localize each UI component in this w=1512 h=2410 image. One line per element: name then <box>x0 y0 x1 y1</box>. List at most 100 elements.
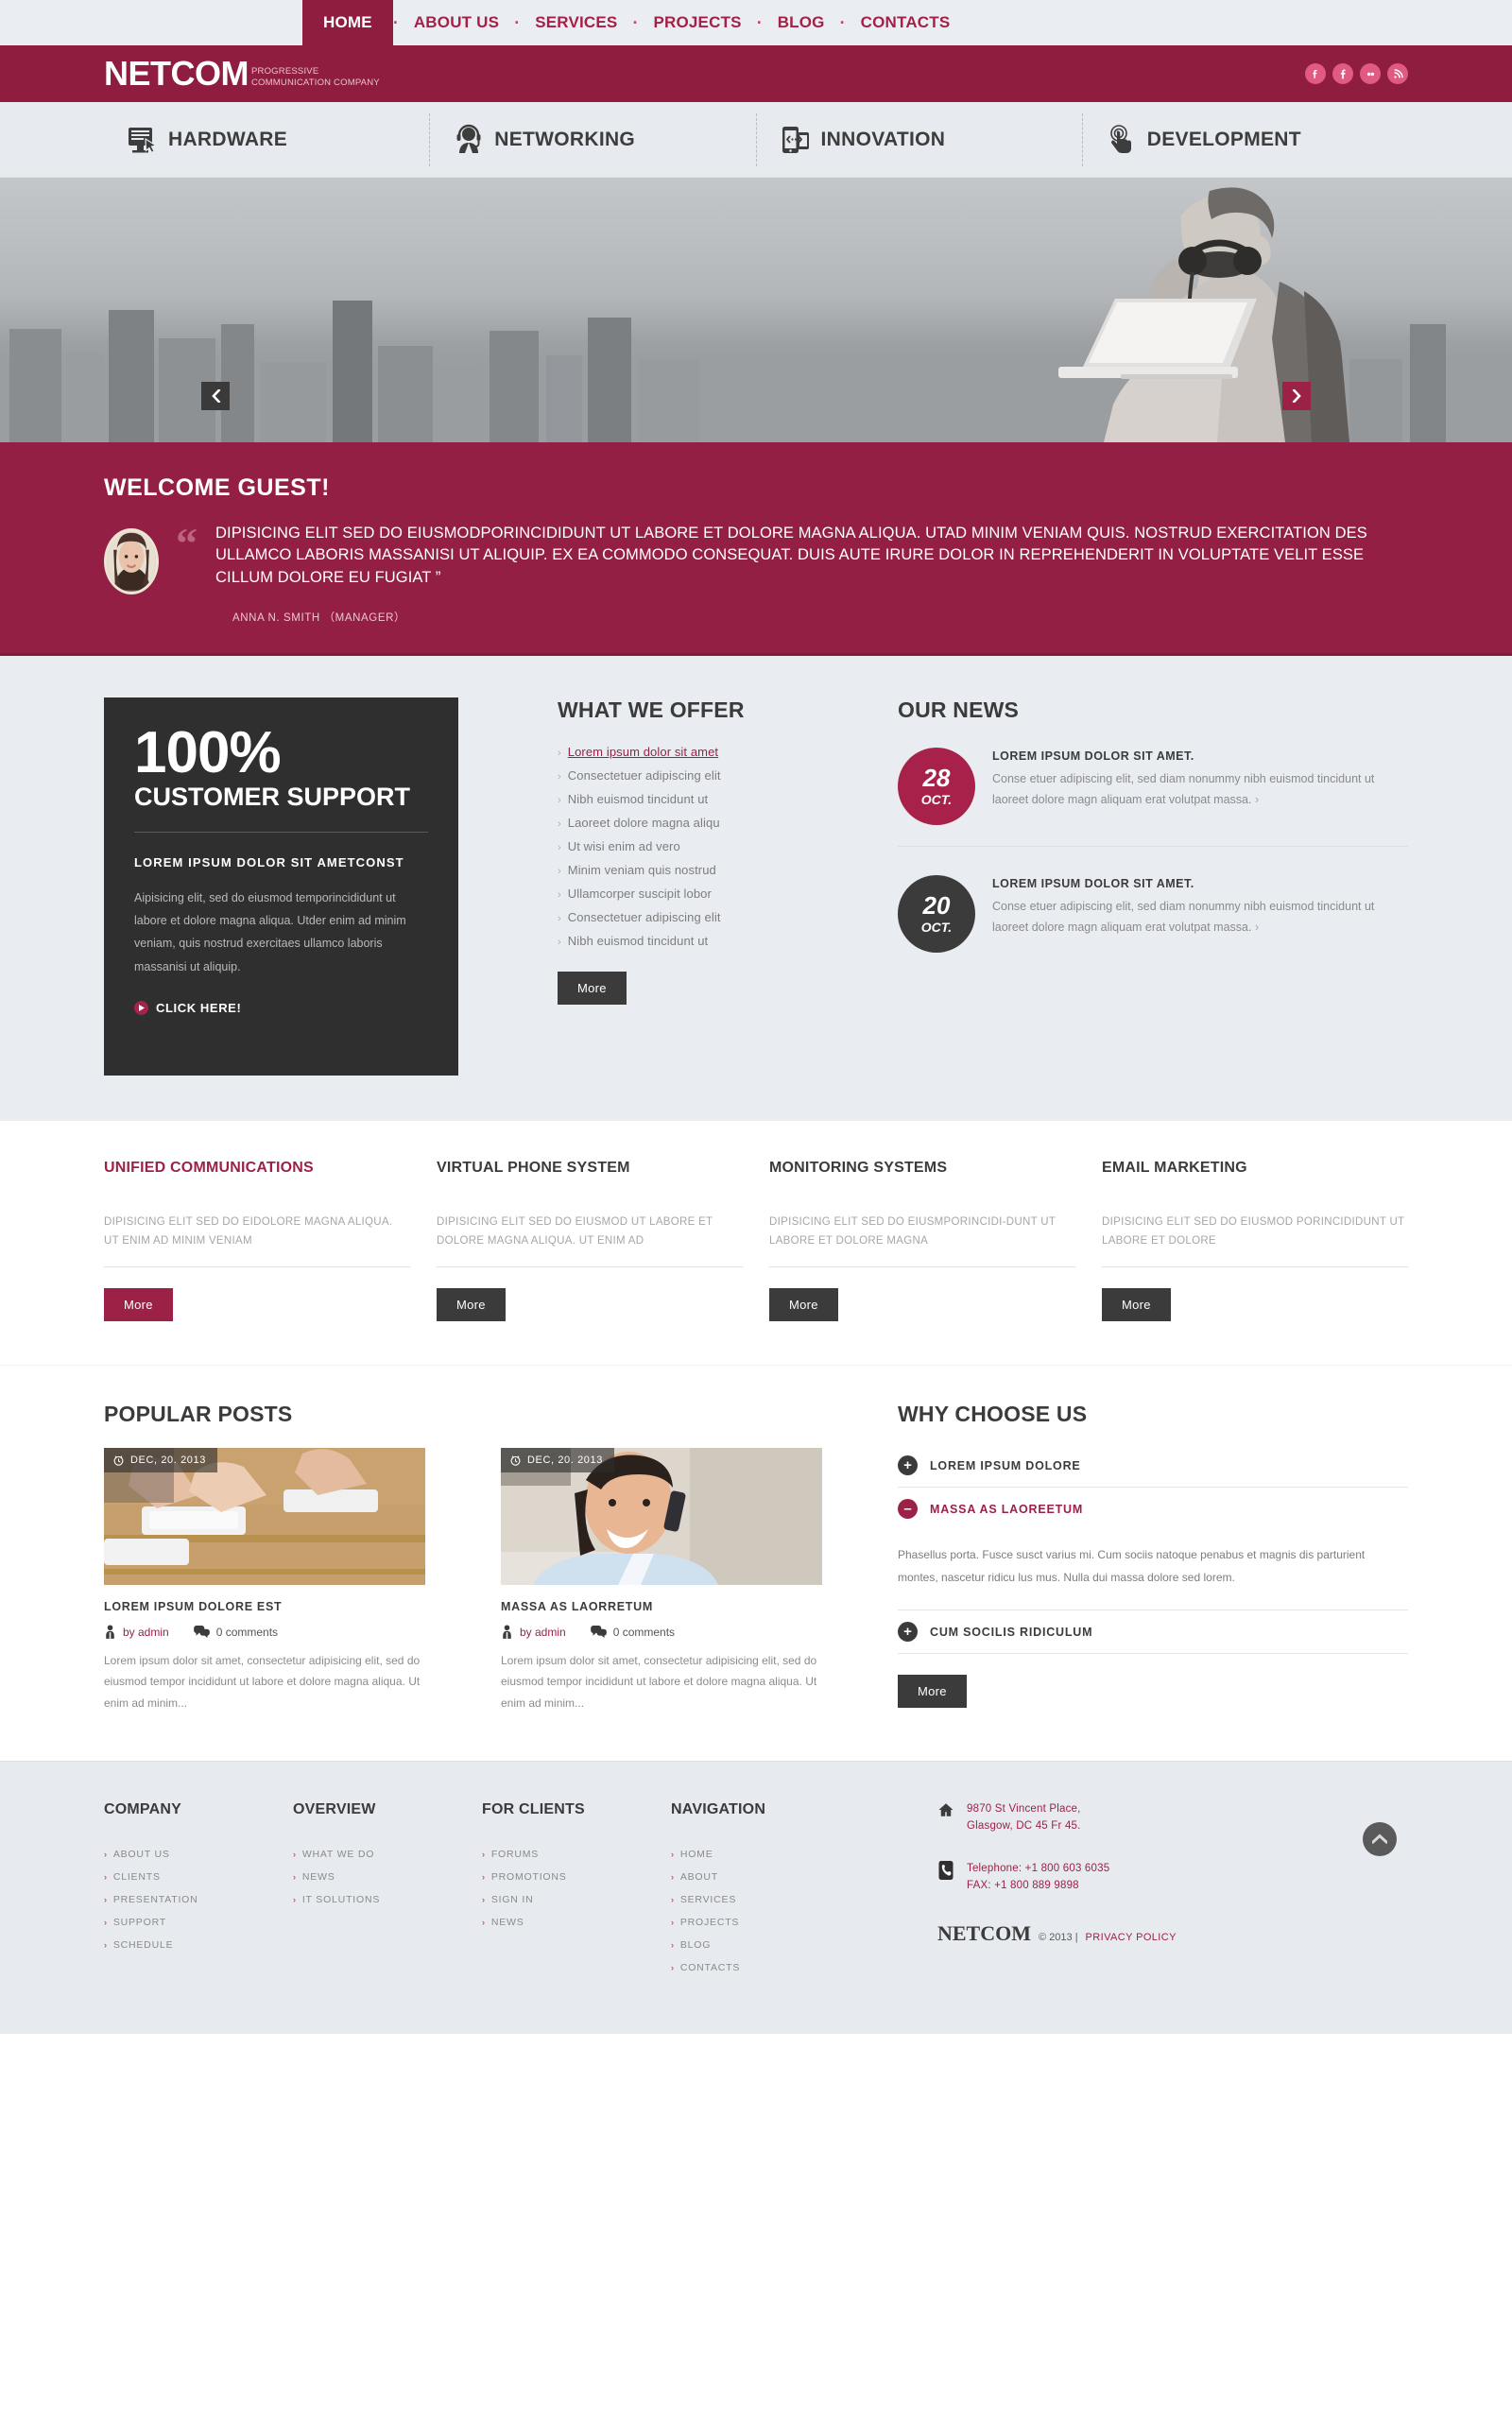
offer-list-item[interactable]: › Laoreet dolore magna aliqu <box>558 811 841 835</box>
read-more-arrow-icon[interactable]: › <box>1255 793 1259 806</box>
footer-link[interactable]: › NEWS <box>482 1911 671 1934</box>
post-title[interactable]: MASSA AS LAORRETUM <box>501 1600 822 1613</box>
footer-link-label: FORUMS <box>490 1848 540 1860</box>
rss-icon[interactable] <box>1387 63 1408 84</box>
service-more-button[interactable]: More <box>437 1288 506 1322</box>
slider-next-button[interactable] <box>1282 382 1311 410</box>
support-subtitle: CUSTOMER SUPPORT <box>134 783 411 812</box>
menu-item-contacts[interactable]: CONTACTS <box>846 0 966 45</box>
footer-link[interactable]: › SERVICES <box>671 1888 898 1911</box>
slider-prev-button[interactable] <box>201 382 230 410</box>
post-thumbnail[interactable]: DEC, 20. 2013 <box>501 1448 822 1586</box>
footer-link-label: NEWS <box>301 1870 335 1883</box>
accordion-header[interactable]: – MASSA AS LAOREETUM <box>898 1488 1408 1530</box>
read-more-arrow-icon[interactable]: › <box>1255 921 1259 934</box>
footer-contact: 9870 St Vincent Place, Glasgow, DC 45 Fr… <box>898 1801 1408 1979</box>
menu-item-about-us[interactable]: ABOUT US <box>399 0 514 45</box>
menu-item-services[interactable]: SERVICES <box>520 0 632 45</box>
site-footer: COMPANY › ABOUT US › CLIENTS › PRESENTATION › SU… <box>0 1760 1512 2034</box>
footer-link[interactable]: › SCHEDULE <box>104 1934 293 1956</box>
fax: FAX: +1 800 889 9898 <box>967 1880 1079 1892</box>
footer-link[interactable]: › ABOUT <box>671 1866 898 1888</box>
logo-tagline-line1: PROGRESSIVE <box>251 66 319 77</box>
footer-link-columns: COMPANY › ABOUT US › CLIENTS › PRESENTATION › SU… <box>104 1801 898 1979</box>
why-more-button[interactable]: More <box>898 1675 967 1709</box>
post-date-label: DEC, 20. 2013 <box>130 1455 206 1467</box>
flickr-icon[interactable] <box>1360 63 1381 84</box>
chevron-right-icon: › <box>558 795 561 807</box>
offer-list-item[interactable]: › Consectetuer adipiscing elit <box>558 764 841 787</box>
post-comments[interactable]: 0 comments <box>193 1626 278 1639</box>
home-icon <box>938 1803 954 1816</box>
facebook-icon[interactable] <box>1332 63 1353 84</box>
footer-link[interactable]: › NEWS <box>293 1866 482 1888</box>
accordion-header[interactable]: + CUM SOCILIS RIDICULUM <box>898 1610 1408 1653</box>
offer-list-item[interactable]: › Consectetuer adipiscing elit <box>558 905 841 929</box>
post-author[interactable]: by admin <box>104 1625 169 1640</box>
footer-link[interactable]: › PROMOTIONS <box>482 1866 671 1888</box>
mobile-devices-icon <box>780 124 812 156</box>
offer-list-item-label: Nibh euismod tincidunt ut <box>567 792 709 807</box>
post-thumbnail[interactable]: DEC, 20. 2013 <box>104 1448 425 1586</box>
offer-more-button[interactable]: More <box>558 972 627 1006</box>
offer-list-item[interactable]: › Nibh euismod tincidunt ut <box>558 787 841 811</box>
divider <box>134 831 428 833</box>
footer-link-label: PROMOTIONS <box>490 1870 567 1883</box>
why-title: WHY CHOOSE US <box>898 1402 1088 1427</box>
chevron-right-icon: › <box>558 818 561 831</box>
service-more-button[interactable]: More <box>104 1288 173 1322</box>
footer-link-label: CLIENTS <box>112 1870 161 1883</box>
menu-item-projects[interactable]: PROJECTS <box>638 0 756 45</box>
logo-text: NETCOM <box>104 54 249 93</box>
menu-item-home[interactable]: HOME <box>302 0 393 45</box>
footer-link[interactable]: › FORUMS <box>482 1843 671 1866</box>
footer-link[interactable]: › HOME <box>671 1843 898 1866</box>
offer-list-item[interactable]: › Nibh euismod tincidunt ut <box>558 929 841 953</box>
post-comments[interactable]: 0 comments <box>590 1626 675 1639</box>
footer-column-title: FOR CLIENTS <box>482 1800 585 1817</box>
footer-link[interactable]: › PRESENTATION <box>104 1888 293 1911</box>
service-card: MONITORING SYSTEMS DIPISICING ELIT SED DO… <box>769 1159 1075 1322</box>
footer-link[interactable]: › SUPPORT <box>104 1911 293 1934</box>
post-author[interactable]: by admin <box>501 1625 566 1640</box>
service-more-button[interactable]: More <box>769 1288 838 1322</box>
post-title[interactable]: LOREM IPSUM DOLORE EST <box>104 1600 425 1613</box>
service-card-title: EMAIL MARKETING <box>1102 1160 1247 1177</box>
footer-link[interactable]: › ABOUT US <box>104 1843 293 1866</box>
footer-link[interactable]: › IT SOLUTIONS <box>293 1888 482 1911</box>
menu-item-blog[interactable]: BLOG <box>763 0 840 45</box>
offer-list-item[interactable]: › Lorem ipsum dolor sit amet <box>558 740 841 764</box>
offer-list-item[interactable]: › Minim veniam quis nostrud <box>558 858 841 882</box>
footer-link-label: SCHEDULE <box>112 1938 174 1951</box>
footer-link[interactable]: › CLIENTS <box>104 1866 293 1888</box>
footer-link[interactable]: › CONTACTS <box>671 1956 898 1979</box>
chevron-right-icon: › <box>671 1917 675 1927</box>
offer-title: WHAT WE OFFER <box>558 697 745 723</box>
footer-link[interactable]: › SIGN IN <box>482 1888 671 1911</box>
footer-link[interactable]: › PROJECTS <box>671 1911 898 1934</box>
user-icon <box>503 1625 511 1640</box>
offer-list: › Lorem ipsum dolor sit amet › Consectetuer… <box>558 740 841 953</box>
privacy-policy-link[interactable]: PRIVACY POLICY <box>1086 1932 1177 1943</box>
news-item-title[interactable]: LOREM IPSUM DOLOR SIT AMET. <box>992 877 1408 890</box>
chevron-right-icon: › <box>671 1894 675 1904</box>
offer-list-item[interactable]: › Ut wisi enim ad vero <box>558 835 841 858</box>
offer-list-item[interactable]: › Ullamcorper suscipit lobor <box>558 882 841 905</box>
footer-link[interactable]: › WHAT WE DO <box>293 1843 482 1866</box>
site-logo[interactable]: NETCOM PROGRESSIVE COMMUNICATION COMPANY <box>104 57 380 91</box>
click-here-label: CLICK HERE! <box>156 1001 242 1015</box>
twitter-icon[interactable] <box>1305 63 1326 84</box>
scroll-to-top-button[interactable] <box>1363 1821 1397 1856</box>
service-highlight-networking[interactable]: NETWORKING <box>429 113 755 166</box>
service-more-button[interactable]: More <box>1102 1288 1171 1322</box>
post-card: DEC, 20. 2013 LOREM IPSUM DOLORE EST by ad… <box>104 1448 425 1713</box>
service-highlight-development[interactable]: DEVELOPMENT <box>1081 113 1408 166</box>
footer-link[interactable]: › BLOG <box>671 1934 898 1956</box>
testimonial-author: ANNA N. SMITH （MANAGER） <box>232 612 406 625</box>
news-item: 28 OCT. LOREM IPSUM DOLOR SIT AMET. Conse e… <box>898 740 1408 846</box>
accordion-header[interactable]: + LOREM IPSUM DOLORE <box>898 1444 1408 1487</box>
click-here-button[interactable]: CLICK HERE! <box>134 1001 428 1015</box>
service-highlight-innovation[interactable]: INNOVATION <box>755 113 1082 166</box>
news-item-title[interactable]: LOREM IPSUM DOLOR SIT AMET. <box>992 749 1408 763</box>
service-highlight-hardware[interactable]: HARDWARE <box>104 113 429 166</box>
